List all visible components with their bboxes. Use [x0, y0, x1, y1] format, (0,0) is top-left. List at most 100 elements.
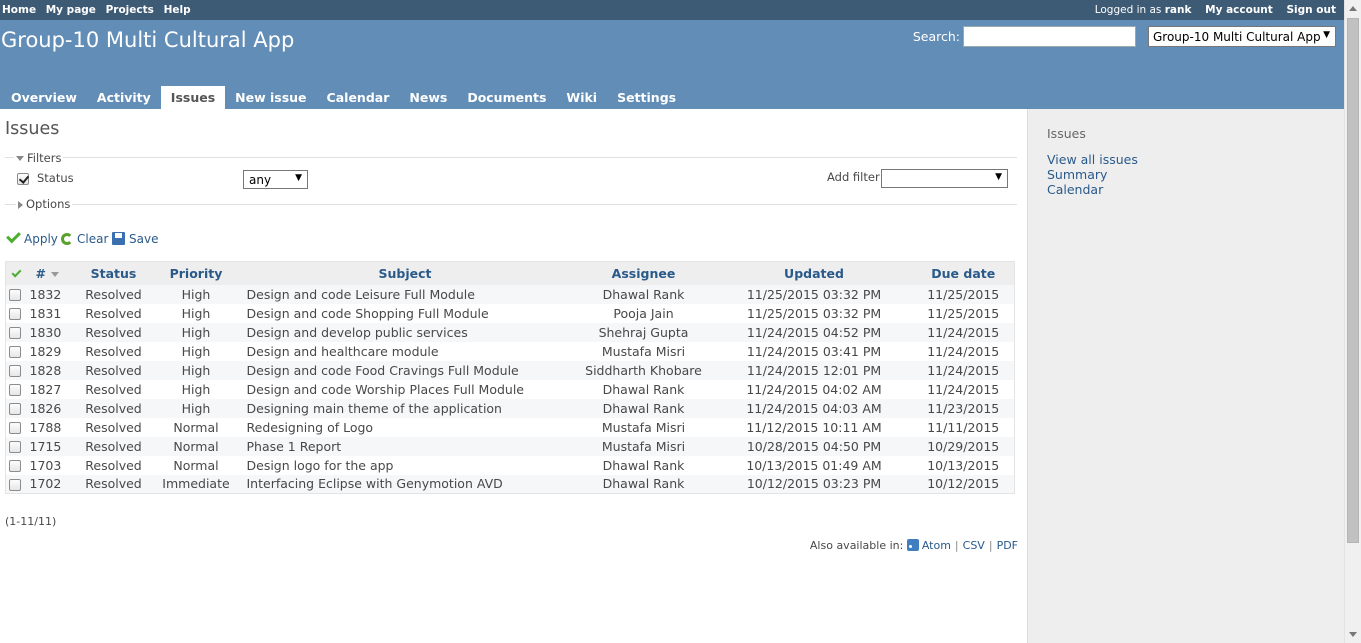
issue-subject-link[interactable]: Interfacing Eclipse with Genymotion AVD: [238, 474, 572, 494]
row-checkbox-box[interactable]: [9, 327, 21, 339]
issue-id-link[interactable]: 1827: [27, 379, 74, 399]
row-checkbox[interactable]: [5, 303, 28, 323]
row-checkbox[interactable]: [5, 474, 28, 494]
issue-assignee-link[interactable]: Dhawal Rank: [571, 379, 716, 399]
issue-subject-link[interactable]: Design and healthcare module: [238, 341, 572, 361]
issue-id-link[interactable]: 1828: [27, 360, 74, 380]
my-account-link[interactable]: My account: [1205, 4, 1273, 16]
issue-id-link[interactable]: 1702: [27, 474, 74, 494]
issue-subject-link[interactable]: Design and code Worship Places Full Modu…: [238, 379, 572, 399]
issue-id-link[interactable]: 1831: [27, 303, 74, 323]
row-checkbox[interactable]: [5, 417, 28, 437]
row-checkbox-box[interactable]: [9, 422, 21, 434]
table-row[interactable]: 1788 Resolved Normal Redesigning of Logo Mus…: [5, 417, 1015, 437]
tab-news[interactable]: News: [399, 86, 457, 109]
options-legend[interactable]: Options: [16, 197, 73, 211]
my-page-link[interactable]: My page: [46, 4, 96, 16]
row-checkbox-box[interactable]: [9, 308, 21, 320]
table-row[interactable]: 1831 Resolved High Design and code Shopping…: [5, 303, 1015, 323]
tab-new-issue[interactable]: New issue: [225, 86, 316, 109]
issue-assignee-link[interactable]: Dhawal Rank: [571, 398, 716, 418]
scrollbar-thumb[interactable]: [1347, 18, 1359, 543]
row-checkbox[interactable]: [5, 436, 28, 456]
row-checkbox-box[interactable]: [9, 478, 21, 491]
issue-subject-link[interactable]: Redesigning of Logo: [238, 417, 572, 437]
home-link[interactable]: Home: [2, 4, 36, 16]
row-checkbox-box[interactable]: [9, 346, 21, 358]
issue-assignee-link[interactable]: Dhawal Rank: [571, 284, 716, 304]
column-updated[interactable]: Updated: [715, 261, 913, 285]
issue-id-link[interactable]: 1826: [27, 398, 74, 418]
tab-overview[interactable]: Overview: [1, 86, 87, 109]
issue-subject-link[interactable]: Design and code Shopping Full Module: [238, 303, 572, 323]
table-row[interactable]: 1703 Resolved Normal Design logo for the ap…: [5, 455, 1015, 475]
table-row[interactable]: 1715 Resolved Normal Phase 1 Report Mustafa …: [5, 436, 1015, 456]
scroll-down-icon[interactable]: [1349, 632, 1357, 637]
column-assignee[interactable]: Assignee: [571, 261, 716, 285]
issue-assignee-link[interactable]: Mustafa Misri: [571, 417, 716, 437]
issue-id-link[interactable]: 1703: [27, 455, 74, 475]
scroll-up-icon[interactable]: [1349, 6, 1357, 11]
table-row[interactable]: 1829 Resolved High Design and healthcare mo…: [5, 341, 1015, 361]
row-checkbox[interactable]: [5, 398, 28, 418]
project-jump-select[interactable]: Group-10 Multi Cultural App ▼: [1148, 26, 1336, 47]
issue-subject-link[interactable]: Design and develop public services: [238, 322, 572, 342]
issue-assignee-link[interactable]: Dhawal Rank: [571, 455, 716, 475]
issue-id-link[interactable]: 1715: [27, 436, 74, 456]
user-link[interactable]: rank: [1165, 4, 1192, 16]
row-checkbox-box[interactable]: [9, 403, 21, 415]
search-input[interactable]: [963, 26, 1136, 47]
column-priority[interactable]: Priority: [153, 261, 239, 285]
projects-link[interactable]: Projects: [106, 4, 154, 16]
issue-assignee-link[interactable]: Pooja Jain: [571, 303, 716, 323]
issue-subject-link[interactable]: Phase 1 Report: [238, 436, 572, 456]
issue-subject-link[interactable]: Design and code Food Cravings Full Modul…: [238, 360, 572, 380]
row-checkbox[interactable]: [5, 455, 28, 475]
row-checkbox-box[interactable]: [9, 289, 21, 301]
help-link[interactable]: Help: [164, 4, 191, 16]
table-row[interactable]: 1830 Resolved High Design and develop publi…: [5, 322, 1015, 342]
toggle-all-checkbox[interactable]: [5, 261, 28, 285]
issue-assignee-link[interactable]: Mustafa Misri: [571, 436, 716, 456]
add-filter-select[interactable]: ▼: [881, 169, 1008, 188]
issue-id-link[interactable]: 1832: [27, 284, 74, 304]
issue-id-link[interactable]: 1829: [27, 341, 74, 361]
issue-assignee-link[interactable]: Dhawal Rank: [571, 474, 716, 494]
table-row[interactable]: 1828 Resolved High Design and code Food Cra…: [5, 360, 1015, 380]
table-row[interactable]: 1832 Resolved High Design and code Leisure …: [5, 284, 1015, 304]
issue-assignee-link[interactable]: Shehraj Gupta: [571, 322, 716, 342]
column-due-date[interactable]: Due date: [912, 261, 1015, 285]
tab-issues[interactable]: Issues: [160, 86, 226, 109]
summary-link[interactable]: Summary: [1047, 167, 1138, 182]
calendar-link[interactable]: Calendar: [1047, 182, 1138, 197]
pdf-link[interactable]: PDF: [997, 539, 1018, 552]
row-checkbox[interactable]: [5, 322, 28, 342]
issue-subject-link[interactable]: Design logo for the app: [238, 455, 572, 475]
view-all-issues-link[interactable]: View all issues: [1047, 152, 1138, 167]
status-operator-select[interactable]: any ▼: [243, 170, 308, 189]
tab-documents[interactable]: Documents: [457, 86, 556, 109]
tab-settings[interactable]: Settings: [607, 86, 686, 109]
clear-button[interactable]: Clear: [61, 232, 108, 246]
row-checkbox[interactable]: [5, 360, 28, 380]
issue-id-link[interactable]: 1830: [27, 322, 74, 342]
issue-subject-link[interactable]: Designing main theme of the application: [238, 398, 572, 418]
tab-activity[interactable]: Activity: [87, 86, 161, 109]
row-checkbox-box[interactable]: [9, 441, 21, 453]
table-row[interactable]: 1826 Resolved High Designing main theme of …: [5, 398, 1015, 418]
sign-out-link[interactable]: Sign out: [1286, 4, 1336, 16]
row-checkbox[interactable]: [5, 284, 28, 304]
column-status[interactable]: Status: [73, 261, 154, 285]
atom-link[interactable]: Atom: [922, 539, 951, 552]
row-checkbox[interactable]: [5, 341, 28, 361]
apply-button[interactable]: Apply: [6, 228, 58, 246]
issue-assignee-link[interactable]: Siddharth Khobare: [571, 360, 716, 380]
tab-wiki[interactable]: Wiki: [556, 86, 607, 109]
row-checkbox-box[interactable]: [9, 384, 21, 396]
issue-subject-link[interactable]: Design and code Leisure Full Module: [238, 284, 572, 304]
vertical-scrollbar[interactable]: [1344, 0, 1361, 643]
column-subject[interactable]: Subject: [238, 261, 572, 285]
issue-id-link[interactable]: 1788: [27, 417, 74, 437]
table-row[interactable]: 1827 Resolved High Design and code Worship …: [5, 379, 1015, 399]
csv-link[interactable]: CSV: [963, 539, 985, 552]
